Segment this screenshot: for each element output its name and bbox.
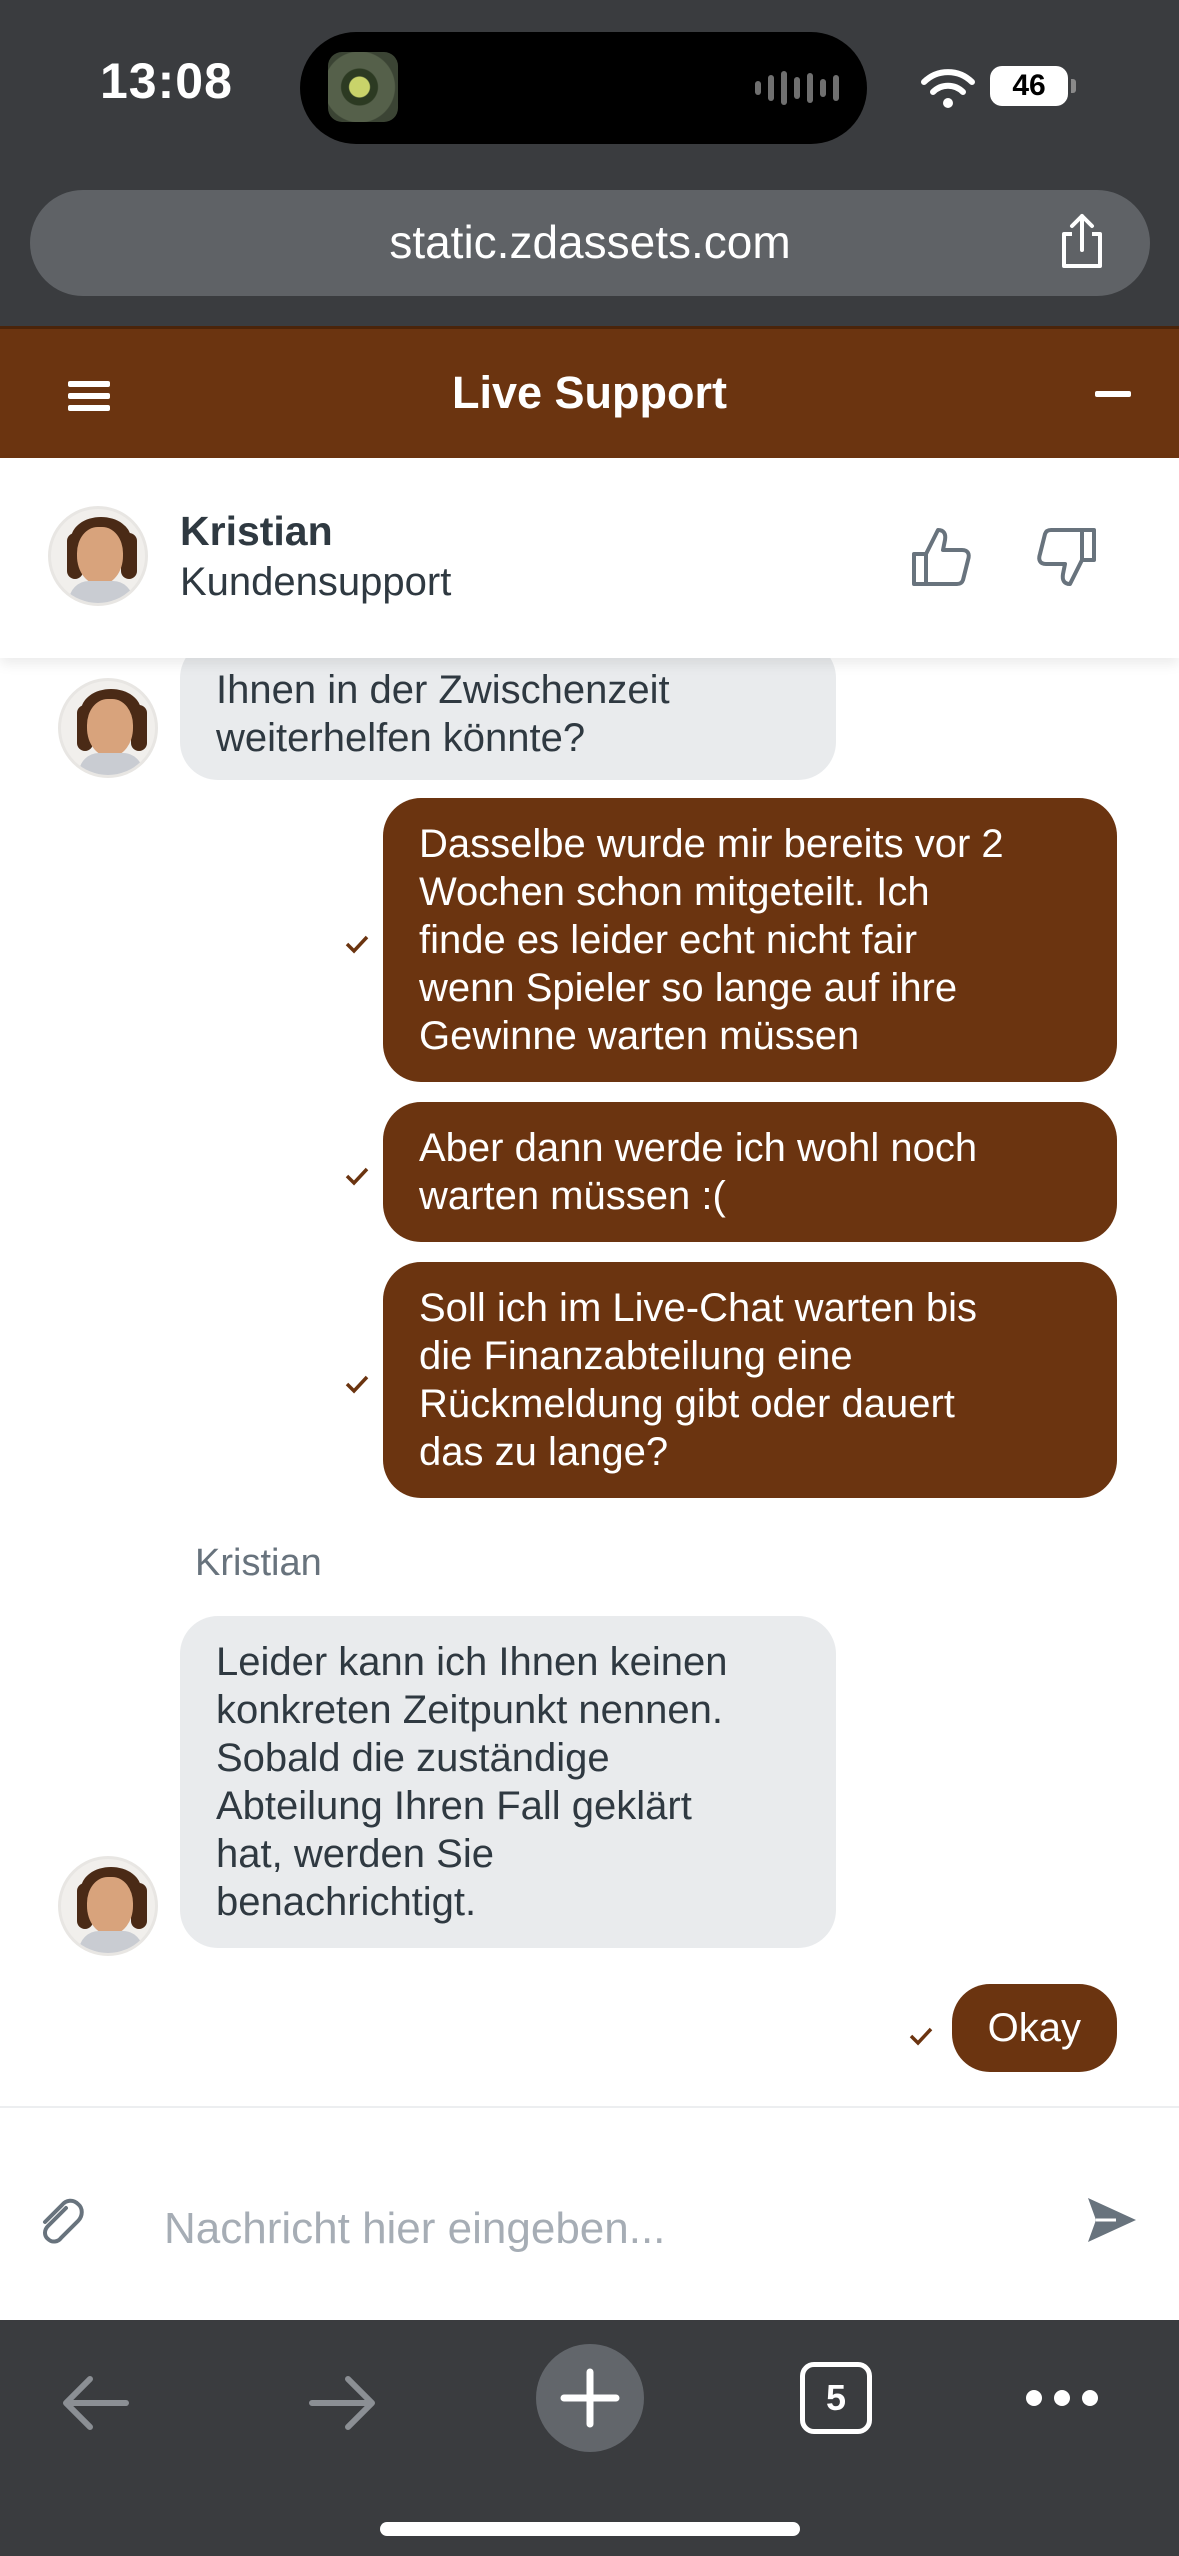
tabs-count-button[interactable]: 5 [800,2362,872,2434]
message-line: Sobald die zuständige [216,1736,610,1780]
message-line: das zu lange? [419,1430,669,1474]
sender-name: Kristian [195,1542,322,1584]
wifi-icon [921,69,975,108]
agent-message: Leider kann ich Ihnen keinen konkreten Z… [180,1616,836,1948]
message-line: konkreten Zeitpunkt nennen. [216,1688,724,1732]
check-icon [345,1167,369,1186]
address-bar[interactable]: static.zdassets.com [30,190,1150,296]
user-message: Okay [951,1984,1117,2072]
agent-name: Kristian [180,508,333,554]
back-arrow-icon[interactable] [58,2372,132,2434]
message-line: Abteilung Ihren Fall geklärt [216,1784,692,1828]
agent-message: Ihnen in der Zwischenzeit weiterhelfen k… [180,658,836,780]
plus-icon [560,2368,620,2428]
browser-top-chrome: 13:08 46 static.zdassets.com [0,0,1179,326]
now-playing-artwork[interactable] [328,52,398,122]
message-line: Ihnen in der Zwischenzeit [216,668,670,712]
message-line: weiterhelfen könnte? [216,716,586,760]
header-title: Live Support [451,367,727,418]
new-tab-button[interactable] [536,2344,644,2452]
paperclip-icon[interactable] [36,2194,84,2246]
agent-info-bar: Kristian Kundensupport [0,458,1179,658]
message-line: Leider kann ich Ihnen keinen [216,1640,728,1684]
user-message: Aber dann werde ich wohl noch warten müs… [383,1102,1117,1242]
url-text[interactable]: static.zdassets.com [30,215,1150,269]
agent-avatar [58,1856,158,1956]
minimize-icon[interactable] [1095,391,1131,397]
check-icon [909,2027,933,2046]
dynamic-island [300,32,867,144]
message-composer: Nachricht hier eingeben... [0,2106,1179,2320]
thumbs-down-icon[interactable] [1034,524,1100,590]
message-line: Okay [987,2006,1081,2050]
message-line: warten müssen :( [419,1174,726,1218]
agent-avatar [58,678,158,778]
message-input[interactable]: Nachricht hier eingeben... [164,2204,665,2254]
battery-indicator: 46 [990,66,1076,106]
user-message: Dasselbe wurde mir bereits vor 2 Wochen … [383,798,1117,1082]
status-time: 13:08 [100,53,233,109]
message-line: Wochen schon mitgeteilt. Ich [419,870,930,914]
agent-role: Kundensupport [180,560,452,604]
message-line: Soll ich im Live-Chat warten bis [419,1286,977,1330]
browser-toolbar: 5 [0,2320,1179,2556]
agent-avatar [48,506,148,606]
check-icon [345,935,369,954]
thumbs-up-icon[interactable] [908,524,974,590]
message-line: hat, werden Sie [216,1832,494,1876]
chat-transcript[interactable]: Ihnen in der Zwischenzeit weiterhelfen k… [0,658,1179,2106]
message-line: finde es leider echt nicht fair [419,918,918,962]
more-icon[interactable] [1026,2390,1098,2410]
share-icon[interactable] [1054,212,1110,272]
home-indicator [380,2522,800,2536]
message-line: benachrichtigt. [216,1880,477,1924]
message-line: Gewinne warten müssen [419,1014,860,1058]
forward-arrow-icon[interactable] [306,2372,380,2434]
message-line: Dasselbe wurde mir bereits vor 2 [419,822,1004,866]
send-icon[interactable] [1084,2192,1140,2248]
message-line: die Finanzabteilung eine [419,1334,853,1378]
user-message: Soll ich im Live-Chat warten bis die Fin… [383,1262,1117,1498]
chat-header: Live Support [0,326,1179,458]
audio-waveform-icon [755,68,839,108]
message-line: Aber dann werde ich wohl noch [419,1126,978,1170]
check-icon [345,1375,369,1394]
message-line: Rückmeldung gibt oder dauert [419,1382,955,1426]
message-line: wenn Spieler so lange auf ihre [419,966,958,1010]
